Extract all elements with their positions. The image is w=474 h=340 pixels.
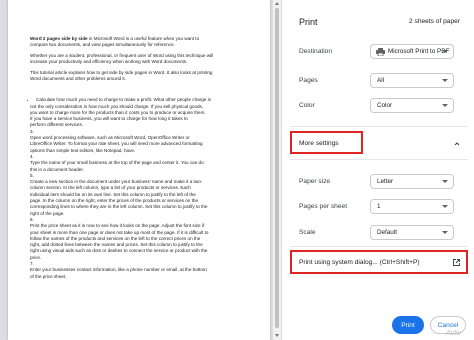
intro-text: This tutorial article explains how to ge… [30, 70, 213, 76]
chevron-down-icon [442, 104, 448, 107]
chevron-up-icon[interactable] [454, 141, 460, 147]
pages-label: Pages [299, 77, 318, 84]
list-line: of the price sheet. [30, 273, 67, 279]
pages-select[interactable]: All [370, 73, 454, 88]
chevron-down-icon [442, 79, 448, 82]
activation-watermark: Activ [446, 330, 462, 337]
intro-bold-text: Word 2 pages side by side [30, 36, 88, 41]
sheet-count: 2 sheets of paper [409, 18, 460, 25]
intro-text: increase your productivity and efficienc… [30, 59, 188, 65]
scrollbar-thumb[interactable] [275, 8, 279, 328]
scale-label: Scale [299, 229, 316, 236]
scale-select[interactable]: Default [370, 225, 454, 240]
chevron-down-icon [442, 205, 448, 208]
color-select[interactable]: Color [370, 98, 454, 113]
pages-value: All [377, 77, 384, 84]
intro-text: Word documents and other problems around… [30, 76, 126, 82]
paper-size-value: Letter [377, 178, 394, 185]
pages-per-sheet-select[interactable]: 1 [370, 199, 454, 214]
scroll-down-arrow-icon[interactable] [275, 334, 279, 337]
system-dialog-link[interactable]: Print using system dialog... (Ctrl+Shift… [299, 259, 420, 266]
destination-label: Destination [299, 48, 332, 55]
destination-select[interactable]: Microsoft Print to PDF [370, 44, 454, 59]
scroll-up-arrow-icon[interactable] [275, 2, 279, 5]
pages-per-sheet-label: Pages per sheet [299, 203, 348, 210]
more-settings-toggle[interactable]: More settings [299, 140, 339, 147]
divider [290, 126, 468, 127]
printer-icon [376, 48, 385, 56]
document-content: Word 2 pages side by side in Microsoft W… [30, 36, 256, 280]
color-value: Color [377, 102, 393, 109]
print-title: Print [299, 17, 318, 27]
chevron-down-icon [442, 50, 448, 53]
intro-paragraph-1: Word 2 pages side by side in Microsoft W… [30, 36, 256, 49]
open-in-new-icon[interactable] [453, 259, 460, 266]
divider [290, 246, 468, 247]
list-continuation: not the only consideration in how much y… [30, 104, 256, 280]
chevron-down-icon [442, 231, 448, 234]
scale-value: Default [377, 229, 397, 236]
print-preview-pane: Word 2 pages side by side in Microsoft W… [0, 0, 282, 340]
color-label: Color [299, 102, 315, 109]
preview-page: Word 2 pages side by side in Microsoft W… [8, 0, 270, 340]
pages-per-sheet-value: 1 [377, 203, 381, 210]
paper-size-select[interactable]: Letter [370, 174, 454, 189]
intro-text: in Microsoft Word is a useful feature wh… [87, 36, 200, 41]
intro-text: Whether you are a student, professional,… [30, 53, 214, 59]
intro-text: compare two documents, and view pages si… [30, 42, 175, 48]
intro-paragraph-3: This tutorial article explains how to ge… [30, 70, 256, 83]
destination-value: Microsoft Print to PDF [388, 48, 450, 55]
print-settings-panel: Print 2 sheets of paper Destination Micr… [282, 0, 474, 340]
intro-paragraph-2: Whether you are a student, professional,… [30, 53, 256, 66]
print-button[interactable]: Print [392, 316, 424, 334]
divider [290, 159, 468, 160]
chevron-down-icon [442, 180, 448, 183]
paper-size-label: Paper size [299, 178, 331, 185]
